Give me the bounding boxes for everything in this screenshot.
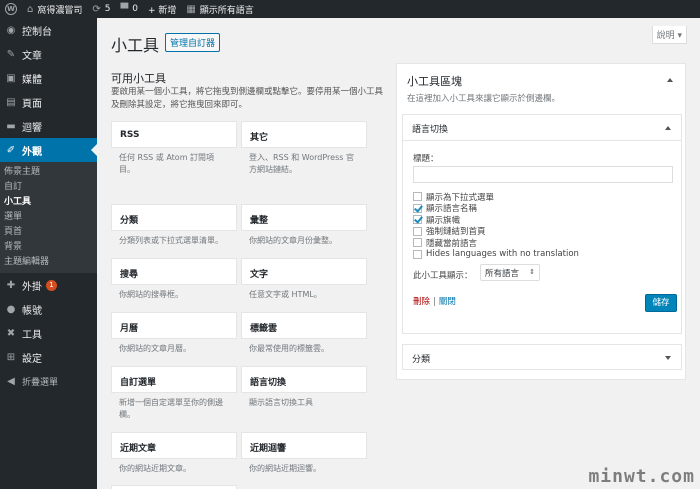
wordpress-logo-icon[interactable]: W <box>0 0 22 18</box>
option-hide-no-translation[interactable]: Hides languages with no translation <box>413 249 579 261</box>
option-show-names[interactable]: 顯示語言名稱 <box>413 203 579 214</box>
settings-icon: ⊞ <box>6 351 16 363</box>
wrench-icon: ✖ <box>6 327 16 339</box>
home-icon: ⌂ <box>27 3 34 15</box>
collapse-arrow-icon[interactable] <box>667 78 673 82</box>
brush-icon: ✐ <box>6 144 16 156</box>
checkbox-checked[interactable] <box>413 215 422 225</box>
widget-calendar[interactable]: 月曆 你網站的文章月曆。 <box>111 312 237 359</box>
option-show-flags[interactable]: 顯示旗幟 <box>413 214 579 226</box>
title-input[interactable] <box>413 166 673 183</box>
menu-media[interactable]: ▣ 媒體 <box>0 66 97 90</box>
checkbox-checked[interactable] <box>413 203 422 213</box>
main-content: 小工具 管理自訂器 說明 ▾ 可用小工具 要啟用某一個小工具，將它拖曳到側邊欄或… <box>97 18 700 489</box>
submenu-customize[interactable]: 自訂 <box>0 180 97 195</box>
available-widgets-title: 可用小工具 <box>111 72 166 85</box>
appearance-submenu: 佈景主題 自訂 小工具 選單 頁首 背景 主題編輯器 <box>0 162 97 273</box>
submenu-theme-editor[interactable]: 主題編輯器 <box>0 255 97 270</box>
languages-link[interactable]: ▦ 顯示所有語言 <box>181 0 258 18</box>
menu-collapse[interactable]: ◀ 折疊選單 <box>0 369 97 393</box>
show-on-label: 此小工具顯示： <box>413 271 473 281</box>
delete-link[interactable]: 刪除 <box>413 297 430 307</box>
submenu-widgets[interactable]: 小工具 <box>0 195 97 210</box>
plugin-update-badge: 1 <box>46 279 57 291</box>
close-link[interactable]: 關閉 <box>439 297 456 307</box>
widget-language-switcher[interactable]: 語言切換 顯示語言切換工具 <box>241 366 367 413</box>
widget-rss[interactable]: RSS 任何 RSS 或 Atom 訂閱項目。 <box>111 121 237 180</box>
comment-bubble-icon: ▀ <box>120 3 129 15</box>
widget-recent-comments[interactable]: 近期迴響 你的網站近期迴響。 <box>241 432 367 479</box>
widget-recent-posts[interactable]: 近期文章 你的網站近期文章。 <box>111 432 237 479</box>
collapse-icon: ◀ <box>7 375 15 387</box>
menu-pages[interactable]: ▤ 頁面 <box>0 90 97 114</box>
checkbox[interactable] <box>413 226 422 236</box>
pin-icon: ✎ <box>6 48 16 60</box>
checkbox[interactable] <box>413 238 422 248</box>
language-icon: ▦ <box>186 3 196 15</box>
menu-posts[interactable]: ✎ 文章 <box>0 42 97 66</box>
updates-link[interactable]: ⟳ 5 <box>87 0 115 18</box>
widget-categories[interactable]: 分類 分類列表或下拉式選單清單。 <box>111 204 237 251</box>
admin-bar: W ⌂ 窩得濃嘗司 ⟳ 5 ▀ 0 + 新增 ▦ 顯示所有語言 <box>0 0 700 18</box>
checkbox[interactable] <box>413 249 422 259</box>
user-icon: ● <box>6 303 16 315</box>
menu-dashboard[interactable]: ◉ 控制台 <box>0 18 97 42</box>
select-arrows-icon: ⇕ <box>529 268 535 276</box>
language-switcher-widget-header[interactable]: 語言切換 <box>403 115 681 141</box>
menu-appearance[interactable]: ✐ 外觀 <box>0 138 97 162</box>
refresh-icon: ⟳ <box>92 3 101 15</box>
checkbox[interactable] <box>413 192 422 202</box>
comments-link[interactable]: ▀ 0 <box>116 0 143 18</box>
plugin-icon: ✚ <box>6 279 16 291</box>
comment-icon: ▬ <box>6 120 16 132</box>
site-name-link[interactable]: ⌂ 窩得濃嘗司 <box>22 0 87 18</box>
menu-plugins[interactable]: ✚ 外掛 1 <box>0 273 97 297</box>
language-switcher-widget-panel: 語言切換 標題： 顯示為下拉式選單 顯示語言名稱 顯示旗幟 強制鏈結到首頁 隱藏… <box>402 114 682 334</box>
option-force-home[interactable]: 強制鏈結到首頁 <box>413 226 579 237</box>
widget-control-links: 刪除 | 關閉 <box>413 297 456 307</box>
options-checkbox-list: 顯示為下拉式選單 顯示語言名稱 顯示旗幟 強制鏈結到首頁 隱藏當前語言 Hide… <box>413 191 579 260</box>
watermark: minwt.com <box>588 466 695 487</box>
menu-comments[interactable]: ▬ 迴響 <box>0 114 97 138</box>
save-button[interactable]: 儲存 <box>645 294 677 312</box>
gauge-icon: ◉ <box>6 24 16 36</box>
help-tab-button[interactable]: 說明 ▾ <box>651 26 687 44</box>
widget-areas-panel: 小工具區塊 在這裡加入小工具來讓它顯示於側邊欄。 語言切換 標題： 顯示為下拉式… <box>396 63 686 380</box>
widget-search[interactable]: 搜尋 你網站的搜尋框。 <box>111 258 237 305</box>
widget-tag-cloud[interactable]: 標籤雲 你最常使用的標籤雲。 <box>241 312 367 359</box>
submenu-header[interactable]: 頁首 <box>0 225 97 240</box>
widget-archives[interactable]: 彙整 你網站的文章月份彙整。 <box>241 204 367 251</box>
new-content-link[interactable]: + 新增 <box>143 0 181 18</box>
title-field-label: 標題： <box>413 154 439 164</box>
available-widgets-desc: 要啟用某一個小工具，將它拖曳到側邊欄或點擊它。要停用某一個小工具及刪除其設定，將… <box>111 87 384 110</box>
menu-users[interactable]: ● 帳號 <box>0 297 97 321</box>
widget-meta[interactable]: 其它 登入、RSS 和 WordPress 官方網站鏈結。 <box>241 121 367 180</box>
menu-settings[interactable]: ⊞ 設定 <box>0 345 97 369</box>
submenu-themes[interactable]: 佈景主題 <box>0 165 97 180</box>
collapse-arrow-icon[interactable] <box>665 126 671 130</box>
widget-areas-title: 小工具區塊 <box>407 75 462 88</box>
admin-sidebar: ◉ 控制台 ✎ 文章 ▣ 媒體 ▤ 頁面 ▬ 迴響 ✐ 外觀 佈景主題 自訂 小工具 選單 … <box>0 18 97 489</box>
option-dropdown[interactable]: 顯示為下拉式選單 <box>413 191 579 203</box>
menu-tools[interactable]: ✖ 工具 <box>0 321 97 345</box>
submenu-background[interactable]: 背景 <box>0 240 97 255</box>
manage-customizer-button[interactable]: 管理自訂器 <box>165 33 221 52</box>
widget-text[interactable]: 文字 任意文字或 HTML。 <box>241 258 367 305</box>
option-hide-current[interactable]: 隱藏當前語言 <box>413 237 579 249</box>
widget-areas-desc: 在這裡加入小工具來讓它顯示於側邊欄。 <box>407 94 561 104</box>
show-on-select[interactable]: 所有語言 ⇕ <box>480 264 540 281</box>
page-icon: ▤ <box>6 96 16 108</box>
submenu-menus[interactable]: 選單 <box>0 210 97 225</box>
widget-pages[interactable]: 頁面 <box>111 485 237 489</box>
expand-arrow-icon[interactable] <box>665 356 671 360</box>
categories-widget-header[interactable]: 分類 <box>402 344 682 370</box>
page-title: 小工具 <box>111 36 160 55</box>
media-icon: ▣ <box>6 72 16 84</box>
widget-custom-menu[interactable]: 自訂選單 新增一個自定選單至你的側邊欄。 <box>111 366 237 425</box>
